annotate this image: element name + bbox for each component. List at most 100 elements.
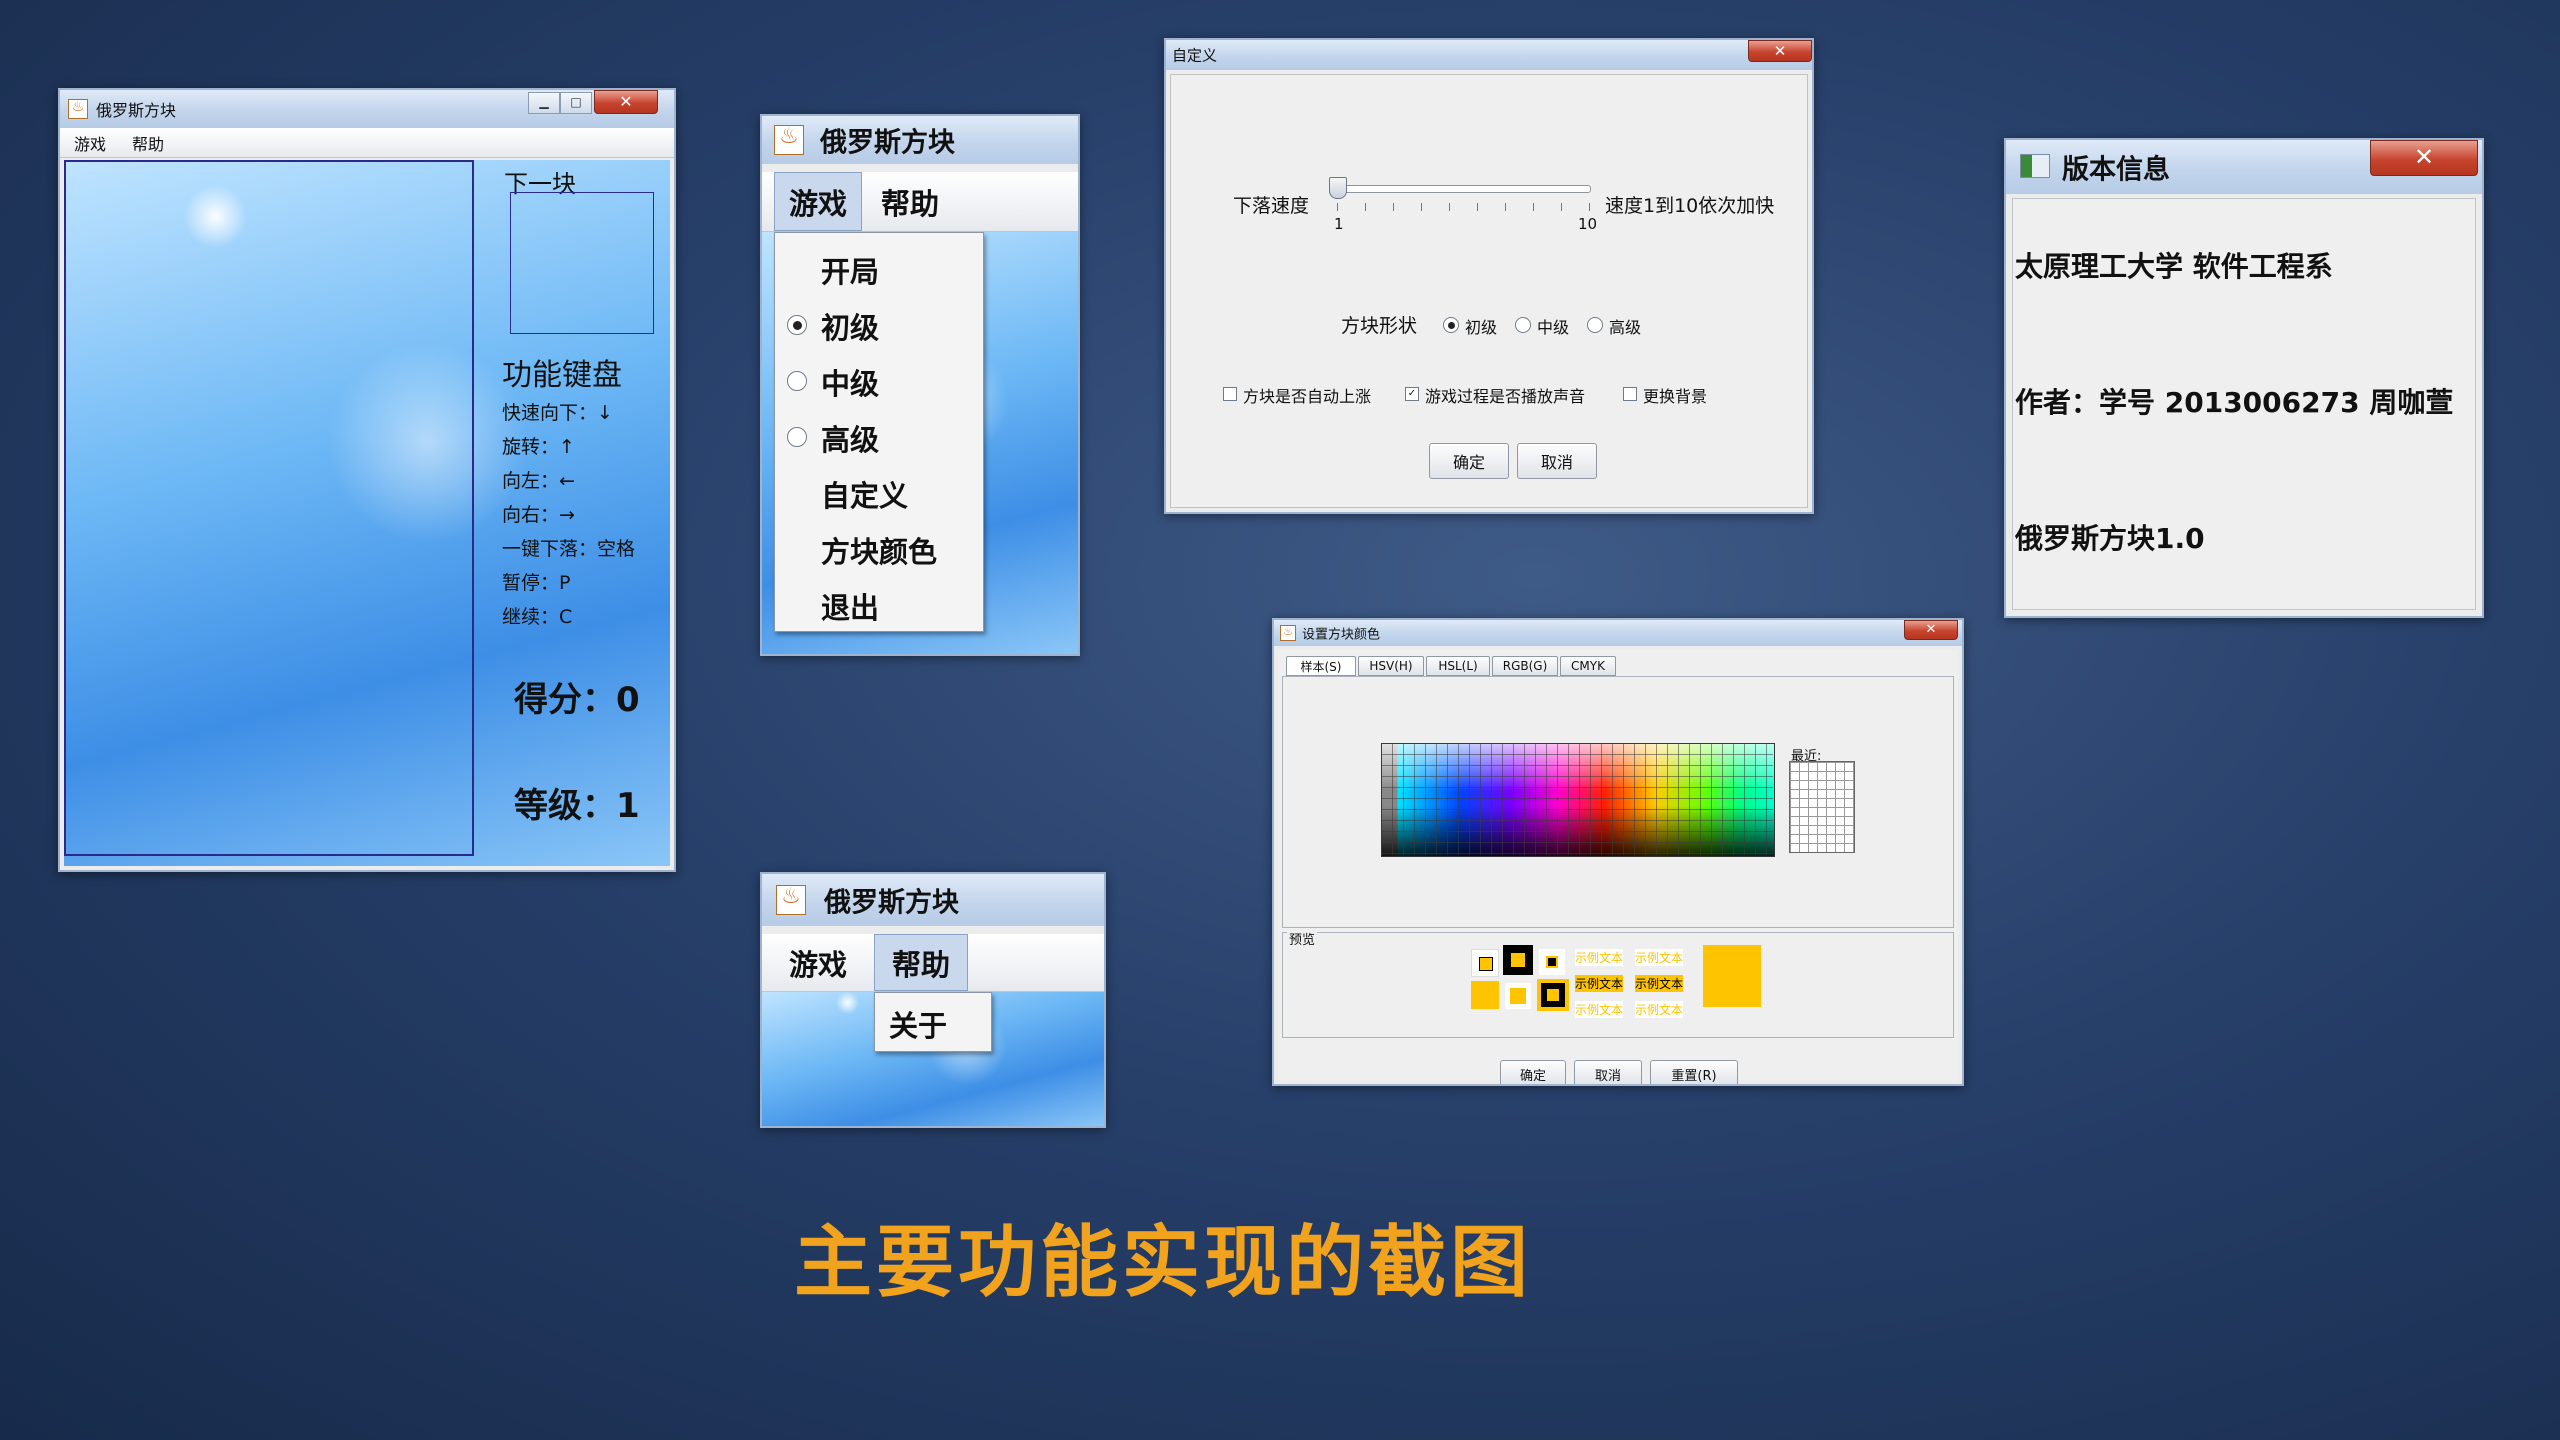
about-line-version: 俄罗斯方块1.0 — [2015, 522, 2205, 555]
menu-help[interactable]: 帮助 — [126, 128, 170, 157]
menu-item-about[interactable]: 关于 — [875, 997, 991, 1047]
game-menu-window: ♨ 俄罗斯方块 游戏 帮助 开局 初级 中级 高级 自定义 方块颜色 退出 — [760, 114, 1080, 656]
custom-dialog: 自定义 ✕ 下落速度 1 10 速度1到10依次加快 方块形状 初级 中级 高级… — [1164, 38, 1814, 514]
menu-game[interactable]: 游戏 — [68, 128, 112, 157]
menu-help[interactable]: 帮助 — [874, 934, 968, 991]
shape-option-label: 高级 — [1609, 318, 1642, 337]
cancel-button[interactable]: 取消 — [1574, 1060, 1642, 1084]
keys-heading: 功能键盘 — [502, 358, 622, 393]
ok-button[interactable]: 确定 — [1429, 443, 1509, 479]
menu-item-advanced[interactable]: 高级 — [775, 411, 983, 461]
key-hint-pause: 暂停：P — [502, 572, 571, 594]
preview-square-white — [1539, 949, 1565, 975]
checkbox-change-background[interactable] — [1623, 387, 1637, 401]
checkbox-label: 方块是否自动上涨 — [1243, 387, 1372, 406]
sample-text: 示例文本 — [1575, 1001, 1624, 1018]
menu-item-beginner[interactable]: 初级 — [775, 299, 983, 349]
cancel-button[interactable]: 取消 — [1517, 443, 1597, 479]
game-dropdown-menu: 开局 初级 中级 高级 自定义 方块颜色 退出 — [774, 232, 984, 632]
preview-square-yellow-small — [1505, 983, 1531, 1009]
ok-button[interactable]: 确定 — [1500, 1060, 1566, 1084]
key-hint-drop: 一键下落：空格 — [502, 538, 636, 560]
custom-dialog-title-bar[interactable]: 自定义 ✕ — [1166, 40, 1812, 70]
color-dialog: ♨ 设置方块颜色 ✕ 样本(S) HSV(H) HSL(L) RGB(G) CM… — [1272, 618, 1964, 1086]
next-block-preview — [510, 192, 654, 334]
sample-text: 示例文本 — [1635, 975, 1684, 992]
key-hint-continue: 继续：C — [502, 606, 573, 628]
preview-panel: 预览 示例文本 示例文本 示例文本 示例文本 示例文本 示例文本 — [1282, 929, 1954, 1038]
slider-thumb[interactable] — [1329, 177, 1347, 199]
shape-option-label: 中级 — [1537, 318, 1570, 337]
checkbox-sound[interactable]: ✓ — [1405, 387, 1419, 401]
item-label: 自定义 — [821, 479, 909, 513]
close-button[interactable]: ✕ — [1904, 620, 1958, 640]
about-title-bar[interactable]: 版本信息 ✕ — [2006, 140, 2482, 194]
java-icon: ♨ — [1280, 625, 1296, 641]
close-button[interactable]: ✕ — [1748, 40, 1812, 62]
sample-text: 示例文本 — [1575, 975, 1624, 992]
key-hint-down: 快速向下：↓ — [502, 402, 613, 424]
checkbox-auto-rise[interactable] — [1223, 387, 1237, 401]
recent-swatch-grid[interactable] — [1789, 761, 1855, 853]
java-icon: ♨ — [774, 125, 804, 155]
main-game-window: ♨ 俄罗斯方块 ▁ □ ✕ 游戏 帮助 下一块 功能键盘 快速向下：↓ 旋转：↑… — [58, 88, 676, 872]
game-menu-title-bar[interactable]: ♨ 俄罗斯方块 — [762, 116, 1078, 164]
slide-title: 主要功能实现的截图 — [794, 1217, 1533, 1308]
shape-radio-intermediate[interactable] — [1515, 317, 1531, 333]
item-label: 中级 — [821, 367, 880, 401]
menu-game[interactable]: 游戏 — [776, 934, 860, 991]
main-title-bar[interactable]: ♨ 俄罗斯方块 ▁ □ ✕ — [60, 90, 674, 128]
reset-button[interactable]: 重置(R) — [1650, 1060, 1738, 1084]
slider-ticks — [1337, 203, 1591, 211]
menu-help[interactable]: 帮助 — [866, 172, 954, 231]
shape-radio-beginner[interactable] — [1443, 317, 1459, 333]
game-area-background: 下一块 功能键盘 快速向下：↓ 旋转：↑ 向左：← 向右：→ 一键下落：空格 暂… — [64, 160, 670, 866]
tab-swatches[interactable]: 样本(S) — [1286, 656, 1356, 676]
color-dialog-title-bar[interactable]: ♨ 设置方块颜色 ✕ — [1274, 620, 1962, 646]
shape-label: 方块形状 — [1341, 315, 1418, 337]
item-label: 初级 — [821, 311, 880, 345]
checkbox-label: 游戏过程是否播放声音 — [1425, 387, 1586, 406]
preview-square-black — [1503, 945, 1533, 975]
score-label: 得分：0 — [514, 680, 640, 720]
tab-hsv[interactable]: HSV(H) — [1358, 656, 1424, 676]
item-label: 开局 — [821, 255, 880, 289]
radio-icon — [787, 427, 807, 447]
close-button[interactable]: ✕ — [2370, 140, 2478, 176]
preview-label: 预览 — [1287, 929, 1318, 948]
about-window: 版本信息 ✕ 太原理工大学 软件工程系 作者：学号 2013006273 周咖萱… — [2004, 138, 2484, 618]
close-button[interactable]: ✕ — [594, 90, 658, 114]
preview-square-black-2 — [1537, 979, 1569, 1011]
tab-cmyk[interactable]: CMYK — [1560, 656, 1616, 676]
app-icon — [2020, 154, 2050, 178]
maximize-button[interactable]: □ — [560, 92, 592, 114]
shape-radio-advanced[interactable] — [1587, 317, 1603, 333]
tab-rgb[interactable]: RGB(G) — [1492, 656, 1558, 676]
speed-hint: 速度1到10依次加快 — [1605, 195, 1775, 217]
menu-item-exit[interactable]: 退出 — [775, 579, 983, 629]
item-label: 方块颜色 — [821, 535, 938, 569]
about-line-author: 作者：学号 2013006273 周咖萱 — [2015, 386, 2454, 419]
game-board[interactable] — [64, 160, 474, 856]
slider-min-label: 1 — [1334, 215, 1344, 233]
menu-item-block-color[interactable]: 方块颜色 — [775, 523, 983, 573]
window-title: 版本信息 — [2062, 154, 2170, 186]
menu-item-new-game[interactable]: 开局 — [775, 243, 983, 293]
key-hint-right: 向右：→ — [502, 504, 575, 526]
level-label: 等级：1 — [514, 786, 640, 826]
help-dropdown-menu: 关于 — [874, 992, 992, 1052]
tab-hsl[interactable]: HSL(L) — [1426, 656, 1490, 676]
window-title: 俄罗斯方块 — [820, 127, 955, 159]
help-menu-title-bar[interactable]: ♨ 俄罗斯方块 — [762, 874, 1104, 926]
main-menubar: 游戏 帮助 — [60, 128, 674, 158]
speed-slider[interactable] — [1329, 175, 1591, 219]
menu-item-custom[interactable]: 自定义 — [775, 467, 983, 517]
menu-item-intermediate[interactable]: 中级 — [775, 355, 983, 405]
item-label: 退出 — [821, 591, 880, 625]
minimize-button[interactable]: ▁ — [528, 92, 560, 114]
radio-icon — [787, 371, 807, 391]
menu-game[interactable]: 游戏 — [774, 172, 862, 231]
slider-track — [1331, 185, 1591, 193]
about-line-school: 太原理工大学 软件工程系 — [2015, 250, 2333, 283]
key-hint-left: 向左：← — [502, 470, 575, 492]
